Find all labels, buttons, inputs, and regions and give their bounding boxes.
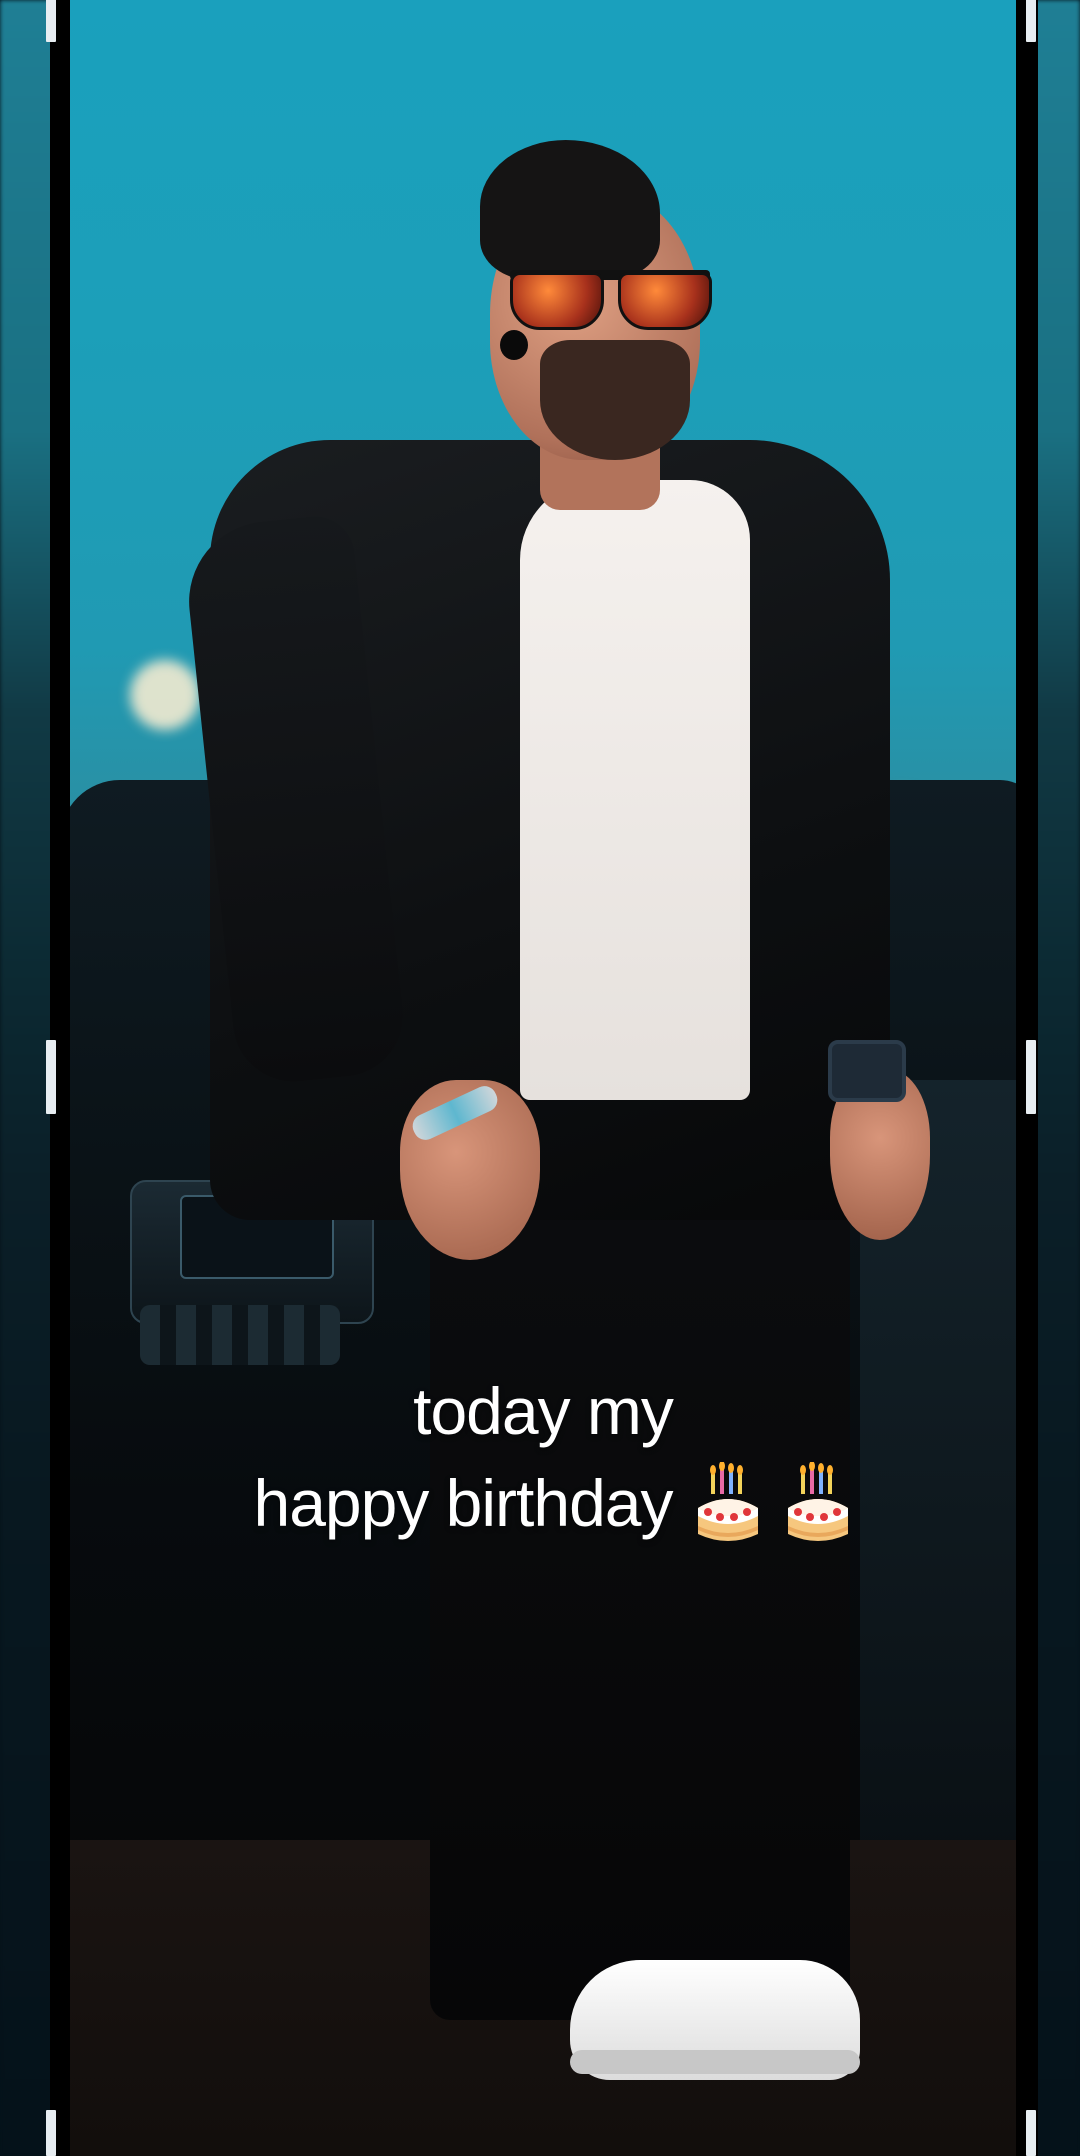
car-console-controls	[140, 1305, 340, 1365]
birthday-cake-icon	[784, 1461, 852, 1544]
frame-mark-mid-right	[1026, 1040, 1036, 1114]
frame-mark-bottom-left	[46, 2110, 56, 2156]
street-lamp-glow	[130, 660, 200, 730]
sneaker-sole	[570, 2050, 860, 2074]
birthday-cake-icon	[694, 1461, 762, 1544]
beard	[540, 340, 690, 460]
birthday-caption: today my happy birthday	[70, 1365, 1016, 1550]
frame-mark-bottom-right	[1026, 2110, 1036, 2156]
hair	[480, 140, 660, 280]
frame-mark-mid-left	[46, 1040, 56, 1114]
caption-line-1: today my	[413, 1374, 674, 1448]
photo	[70, 0, 1016, 2156]
earbud	[500, 330, 528, 360]
frame-mark-top-right	[1026, 0, 1036, 42]
caption-line-2: happy birthday	[70, 1457, 1016, 1550]
wristwatch	[828, 1040, 906, 1102]
frame-mark-top-left	[46, 0, 56, 42]
video-frame: today my happy birthday	[0, 0, 1080, 2156]
white-tshirt	[520, 480, 750, 1100]
sunglasses-lens-icon	[510, 272, 604, 330]
sunglasses-lens-icon	[618, 272, 712, 330]
caption-line-2-text: happy birthday	[253, 1466, 674, 1540]
